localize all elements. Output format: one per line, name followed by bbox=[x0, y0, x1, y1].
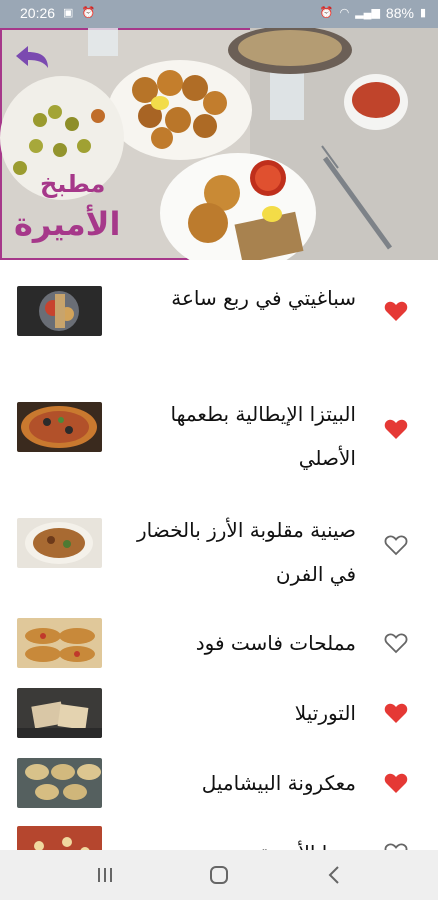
recipe-title[interactable]: سباغيتي في ربع ساعة bbox=[136, 276, 356, 320]
recipe-row[interactable]: التورتيلا bbox=[0, 678, 438, 749]
recipe-title[interactable]: البيتزا الإيطالية بطعمها الأصلي bbox=[136, 392, 356, 480]
logo-line2: الأميرة bbox=[14, 205, 121, 243]
recipe-row[interactable]: مملحات فاست فود bbox=[0, 608, 438, 679]
recent-apps-icon[interactable] bbox=[92, 862, 118, 888]
heart-filled-icon[interactable] bbox=[384, 418, 408, 440]
recipe-title[interactable]: صينية مقلوبة الأرز بالخضار في الفرن bbox=[136, 508, 356, 596]
heart-outline-icon[interactable] bbox=[384, 632, 408, 654]
recipe-thumbnail bbox=[17, 618, 102, 668]
wifi-icon: ◠ bbox=[339, 7, 350, 19]
status-bar: 20:26 ▣ ⏰ ⏰ ◠ ▂▄▆ 88% ▮ bbox=[0, 0, 438, 28]
recipe-thumbnail bbox=[17, 758, 102, 808]
battery-icon: ▮ bbox=[419, 7, 426, 19]
heart-filled-icon[interactable] bbox=[384, 300, 408, 322]
recipe-thumbnail bbox=[17, 688, 102, 738]
recipe-title[interactable]: التورتيلا bbox=[136, 691, 356, 735]
battery-percent: 88% bbox=[385, 5, 414, 21]
signal-icon: ▂▄▆ bbox=[355, 7, 380, 19]
heart-filled-icon[interactable] bbox=[384, 772, 408, 794]
recipe-title[interactable]: معكرونة البيشاميل bbox=[136, 761, 356, 805]
recipe-row[interactable]: البيتزا الإيطالية بطعمها الأصلي bbox=[0, 376, 438, 493]
home-icon[interactable] bbox=[206, 862, 232, 888]
heart-outline-icon[interactable] bbox=[384, 534, 408, 556]
alarm-icon: ⏰ bbox=[81, 7, 96, 19]
alarm-status-icon: ⏰ bbox=[319, 7, 334, 19]
recipe-thumbnail bbox=[17, 402, 102, 452]
status-time: 20:26 bbox=[20, 5, 56, 21]
system-navigation-bar bbox=[0, 850, 438, 900]
recipe-thumbnail bbox=[17, 518, 102, 568]
back-nav-icon[interactable] bbox=[322, 862, 348, 888]
recipe-title[interactable]: مملحات فاست فود bbox=[136, 621, 356, 665]
heart-filled-icon[interactable] bbox=[384, 702, 408, 724]
logo-line1: مطبخ bbox=[40, 170, 106, 198]
recipe-row[interactable]: صينية مقلوبة الأرز بالخضار في الفرن bbox=[0, 492, 438, 609]
recipe-row[interactable]: معكرونة البيشاميل bbox=[0, 748, 438, 819]
recipe-thumbnail bbox=[17, 286, 102, 336]
back-arrow-icon[interactable] bbox=[12, 42, 56, 78]
image-icon: ▣ bbox=[63, 7, 74, 19]
recipe-row[interactable]: سباغيتي في ربع ساعة bbox=[0, 262, 438, 377]
